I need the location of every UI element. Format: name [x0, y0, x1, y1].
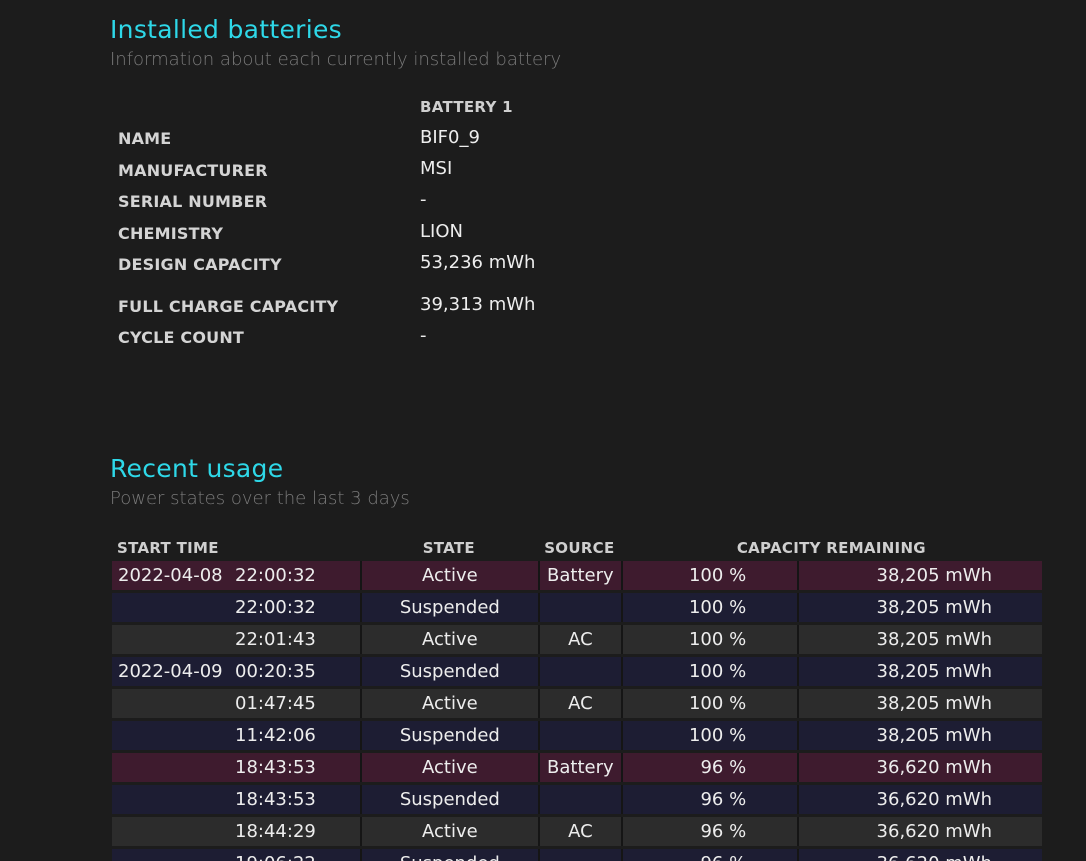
- cell-state: Suspended: [359, 657, 538, 686]
- table-row: 01:47:45 Active AC 100 % 38,205 mWh: [112, 689, 1042, 718]
- header-state: STATE: [422, 539, 475, 557]
- field-label-name: NAME: [118, 129, 172, 148]
- table-row: 18:44:29 Active AC 96 % 36,620 mWh: [112, 817, 1042, 846]
- field-value-design-capacity: 53,236 mWh: [420, 252, 536, 273]
- table-row: 2022-04-08 22:00:32 Active Battery 100 % …: [112, 561, 1042, 590]
- table-row: 2022-04-09 00:20:35 Suspended 100 % 38,20…: [112, 657, 1042, 686]
- field-label-cycle-count: CYCLE COUNT: [118, 328, 245, 347]
- table-row: 18:43:53 Active Battery 96 % 36,620 mWh: [112, 753, 1042, 782]
- cell-state: Suspended: [359, 593, 538, 622]
- cell-capacity-mwh: 38,205 mWh: [797, 561, 1042, 590]
- cell-state: Active: [359, 625, 538, 654]
- cell-capacity-percent: 96 %: [620, 753, 798, 782]
- cell-capacity-mwh: 38,205 mWh: [797, 625, 1042, 654]
- cell-source: [537, 721, 621, 750]
- battery-report-page: Installed batteries Information about ea…: [0, 0, 1086, 861]
- cell-capacity-percent: 100 %: [620, 593, 798, 622]
- cell-state: Suspended: [359, 849, 538, 861]
- cell-capacity-percent: 96 %: [620, 785, 798, 814]
- installed-batteries-subtitle: Information about each currently install…: [110, 49, 562, 70]
- field-label-manufacturer: MANUFACTURER: [118, 161, 268, 180]
- cell-start-time: 2022-04-08 22:00:32: [112, 561, 360, 590]
- cell-capacity-mwh: 38,205 mWh: [797, 593, 1042, 622]
- field-value-name: BIF0_9: [420, 127, 480, 148]
- cell-start-time: 18:44:29: [112, 817, 360, 846]
- table-row: 18:43:53 Suspended 96 % 36,620 mWh: [112, 785, 1042, 814]
- cell-time: 18:43:53: [235, 757, 316, 778]
- cell-start-time: 01:47:45: [112, 689, 360, 718]
- cell-source: [537, 657, 621, 686]
- cell-time: 22:00:32: [235, 597, 316, 618]
- cell-time: 00:20:35: [235, 661, 316, 682]
- field-label-serial-number: SERIAL NUMBER: [118, 192, 268, 211]
- cell-time: 22:01:43: [235, 629, 316, 650]
- cell-state: Suspended: [359, 721, 538, 750]
- cell-capacity-percent: 100 %: [620, 561, 798, 590]
- table-row: 22:00:32 Suspended 100 % 38,205 mWh: [112, 593, 1042, 622]
- recent-usage-table: START TIME STATE SOURCE CAPACITY REMAINI…: [112, 535, 1042, 861]
- cell-state: Suspended: [359, 785, 538, 814]
- field-value-full-charge-capacity: 39,313 mWh: [420, 294, 536, 315]
- cell-start-time: 18:43:53: [112, 753, 360, 782]
- field-value-manufacturer: MSI: [420, 158, 453, 179]
- cell-capacity-percent: 96 %: [620, 817, 798, 846]
- cell-time: 18:44:29: [235, 821, 316, 842]
- cell-date: 2022-04-09: [118, 661, 223, 682]
- cell-state: Active: [359, 753, 538, 782]
- cell-capacity-mwh: 36,620 mWh: [797, 849, 1042, 861]
- cell-start-time: 11:42:06: [112, 721, 360, 750]
- table-row: 19:06:22 Suspended 96 % 36,620 mWh: [112, 849, 1042, 861]
- cell-source: AC: [537, 689, 621, 718]
- cell-capacity-percent: 100 %: [620, 657, 798, 686]
- cell-capacity-percent: 100 %: [620, 689, 798, 718]
- installed-batteries-title: Installed batteries: [110, 15, 342, 44]
- cell-source: [537, 785, 621, 814]
- cell-capacity-mwh: 36,620 mWh: [797, 753, 1042, 782]
- cell-source: [537, 849, 621, 861]
- cell-time: 18:43:53: [235, 789, 316, 810]
- field-value-cycle-count: -: [420, 325, 427, 346]
- field-value-chemistry: LION: [420, 221, 463, 242]
- cell-source: AC: [537, 817, 621, 846]
- table-row: 11:42:06 Suspended 100 % 38,205 mWh: [112, 721, 1042, 750]
- cell-time: 01:47:45: [235, 693, 316, 714]
- cell-capacity-percent: 100 %: [620, 625, 798, 654]
- field-label-chemistry: CHEMISTRY: [118, 224, 224, 243]
- cell-start-time: 22:01:43: [112, 625, 360, 654]
- cell-time: 19:06:22: [235, 853, 316, 861]
- header-start-time: START TIME: [117, 539, 219, 557]
- cell-capacity-mwh: 36,620 mWh: [797, 817, 1042, 846]
- cell-source: [537, 593, 621, 622]
- table-row: 22:01:43 Active AC 100 % 38,205 mWh: [112, 625, 1042, 654]
- cell-source: Battery: [537, 561, 621, 590]
- battery-column-header: BATTERY 1: [420, 98, 513, 116]
- cell-date: 2022-04-08: [118, 565, 223, 586]
- field-value-serial-number: -: [420, 189, 427, 210]
- cell-start-time: 19:06:22: [112, 849, 360, 861]
- cell-source: AC: [537, 625, 621, 654]
- recent-usage-title: Recent usage: [110, 454, 284, 483]
- recent-usage-subtitle: Power states over the last 3 days: [110, 488, 410, 509]
- cell-capacity-mwh: 38,205 mWh: [797, 721, 1042, 750]
- field-label-design-capacity: DESIGN CAPACITY: [118, 255, 282, 274]
- cell-start-time: 22:00:32: [112, 593, 360, 622]
- cell-source: Battery: [537, 753, 621, 782]
- cell-state: Active: [359, 817, 538, 846]
- cell-start-time: 2022-04-09 00:20:35: [112, 657, 360, 686]
- cell-state: Active: [359, 689, 538, 718]
- cell-capacity-mwh: 36,620 mWh: [797, 785, 1042, 814]
- header-source: SOURCE: [544, 539, 615, 557]
- cell-capacity-mwh: 38,205 mWh: [797, 657, 1042, 686]
- cell-time: 22:00:32: [235, 565, 316, 586]
- cell-time: 11:42:06: [235, 725, 316, 746]
- cell-capacity-percent: 96 %: [620, 849, 798, 861]
- cell-start-time: 18:43:53: [112, 785, 360, 814]
- cell-state: Active: [359, 561, 538, 590]
- cell-capacity-mwh: 38,205 mWh: [797, 689, 1042, 718]
- header-capacity-remaining: CAPACITY REMAINING: [736, 539, 926, 557]
- cell-capacity-percent: 100 %: [620, 721, 798, 750]
- table-header-row: START TIME STATE SOURCE CAPACITY REMAINI…: [112, 538, 1042, 558]
- field-label-full-charge-capacity: FULL CHARGE CAPACITY: [118, 297, 339, 316]
